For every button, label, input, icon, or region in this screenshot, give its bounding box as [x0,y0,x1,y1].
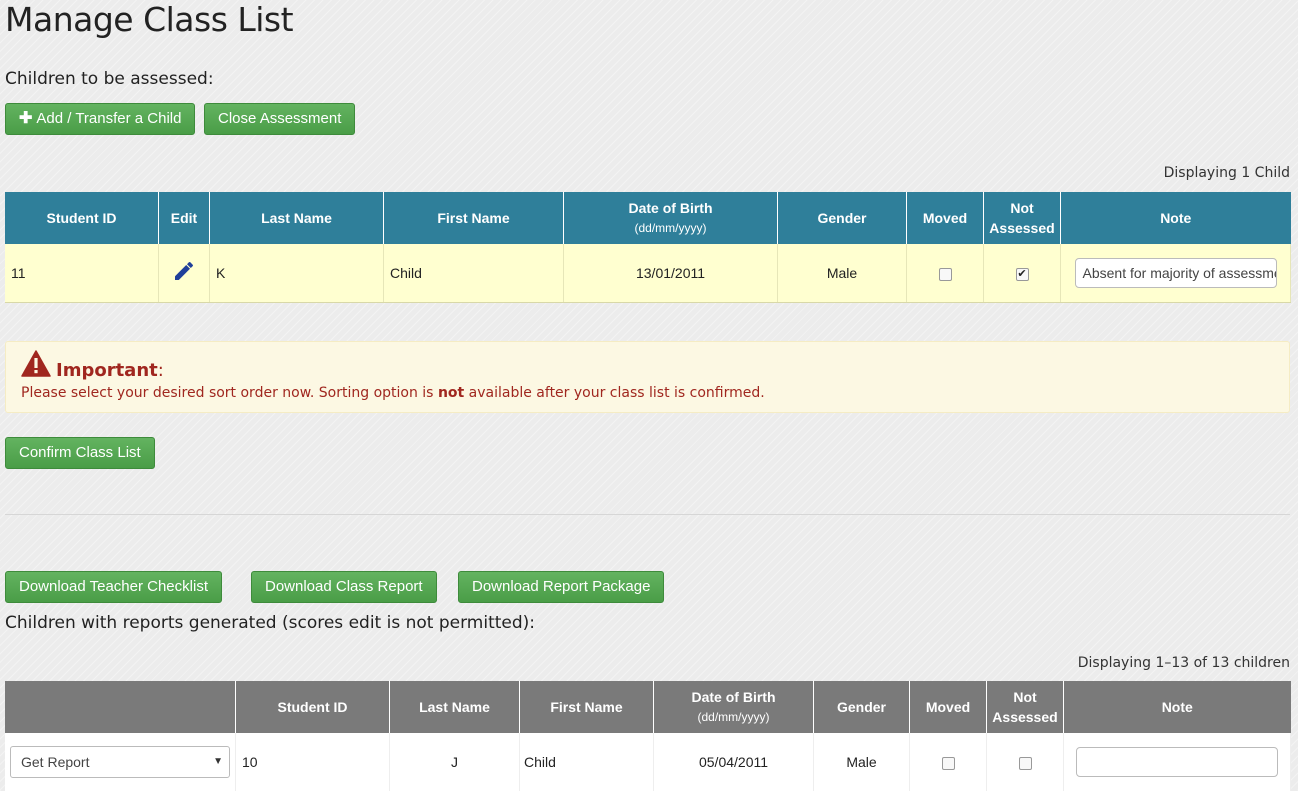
important-alert: Important: Please select your desired so… [5,341,1290,413]
cell-student-id: 10 [235,733,390,791]
assessed-section-title: Children to be assessed: [5,69,214,89]
table-row: Get Report ▼ 10 J Child 05/04/2011 Male [5,733,1291,791]
not-assessed-checkbox[interactable]: ✔ [1015,267,1029,281]
moved-checkbox[interactable] [938,267,952,281]
cell-student-id: 11 [5,244,159,303]
not-assessed-checkbox[interactable] [1018,756,1032,770]
col-not-assessed: Not Assessed [983,192,1061,244]
not-assessed-cell: ✔ [983,244,1061,303]
alert-message: Please select your desired sort order no… [21,385,765,401]
reports-section-title: Children with reports generated (scores … [5,613,536,633]
cell-gender: Male [813,733,910,791]
download-report-package-button[interactable]: Download Report Package [458,571,665,603]
download-teacher-checklist-button[interactable]: Download Teacher Checklist [5,571,222,603]
alert-msg-bold: not [437,385,465,401]
col-first-name[interactable]: First Name [383,192,564,244]
col-assessed-label: Assessed [992,709,1058,725]
cell-gender: Male [777,244,907,303]
col-student-id[interactable]: Student ID [5,192,159,244]
assessed-table: Student ID Edit Last Name First Name Dat… [5,192,1291,303]
cell-last-name: J [389,733,520,791]
note-cell: Absent for majority of assessment [1060,244,1291,303]
reports-count: Displaying 1–13 of 13 children [1077,655,1290,671]
col-student-id[interactable]: Student ID [235,681,390,733]
download-class-report-button[interactable]: Download Class Report [251,571,437,603]
col-edit: Edit [158,192,210,244]
warning-triangle-icon [21,350,51,377]
pencil-icon[interactable] [172,259,196,283]
col-note: Note [1063,681,1291,733]
col-dob-format: (dd/mm/yyyy) [697,710,770,724]
edit-cell [158,244,210,303]
col-last-name[interactable]: Last Name [209,192,384,244]
alert-msg-before: Please select your desired sort order no… [21,385,438,401]
note-input[interactable]: Absent for majority of assessment [1074,258,1277,288]
moved-checkbox[interactable] [941,756,955,770]
alert-title: Important: [56,360,164,381]
cell-dob: 13/01/2011 [563,244,778,303]
col-gender[interactable]: Gender [813,681,910,733]
get-report-select[interactable]: Get Report ▼ [10,746,230,778]
action-cell: Get Report ▼ [5,733,236,791]
note-cell [1063,733,1291,791]
col-not-assessed: Not Assessed [986,681,1064,733]
col-dob-format: (dd/mm/yyyy) [634,221,707,235]
add-transfer-child-button[interactable]: ✚ Add / Transfer a Child [5,103,196,135]
alert-msg-after: available after your class list is confi… [464,385,765,401]
page-title: Manage Class List [5,0,294,39]
not-assessed-cell [986,733,1064,791]
moved-cell [906,244,984,303]
caret-down-icon: ▼ [213,756,223,767]
plus-icon: ✚ [19,110,33,127]
col-first-name[interactable]: First Name [519,681,654,733]
cell-dob: 05/04/2011 [653,733,814,791]
col-action [5,681,236,733]
col-assessed-label: Assessed [989,220,1055,236]
col-dob[interactable]: Date of Birth (dd/mm/yyyy) [563,192,778,244]
assessed-count: Displaying 1 Child [1163,165,1290,181]
col-not-label: Not [1010,200,1034,216]
close-assessment-button[interactable]: Close Assessment [204,103,356,135]
confirm-class-list-button[interactable]: Confirm Class List [5,437,155,469]
col-gender[interactable]: Gender [777,192,907,244]
add-transfer-child-label: Add / Transfer a Child [36,110,182,127]
col-moved: Moved [909,681,987,733]
alert-title-text: Important [56,360,158,381]
col-dob-label: Date of Birth [628,200,713,216]
col-note: Note [1060,192,1291,244]
reports-table: Student ID Last Name First Name Date of … [5,681,1291,791]
col-dob[interactable]: Date of Birth (dd/mm/yyyy) [653,681,814,733]
alert-title-colon: : [157,360,164,381]
col-last-name[interactable]: Last Name [389,681,520,733]
cell-last-name: K [209,244,384,303]
col-not-label: Not [1013,689,1037,705]
moved-cell [909,733,987,791]
section-divider [5,514,1290,515]
col-dob-label: Date of Birth [691,689,776,705]
cell-first-name: Child [383,244,564,303]
note-input[interactable] [1076,747,1278,777]
cell-first-name: Child [519,733,654,791]
col-moved: Moved [906,192,984,244]
get-report-select-value: Get Report [21,754,90,770]
table-row: 11 K Child 13/01/2011 Male ✔ Absent for … [5,244,1291,303]
